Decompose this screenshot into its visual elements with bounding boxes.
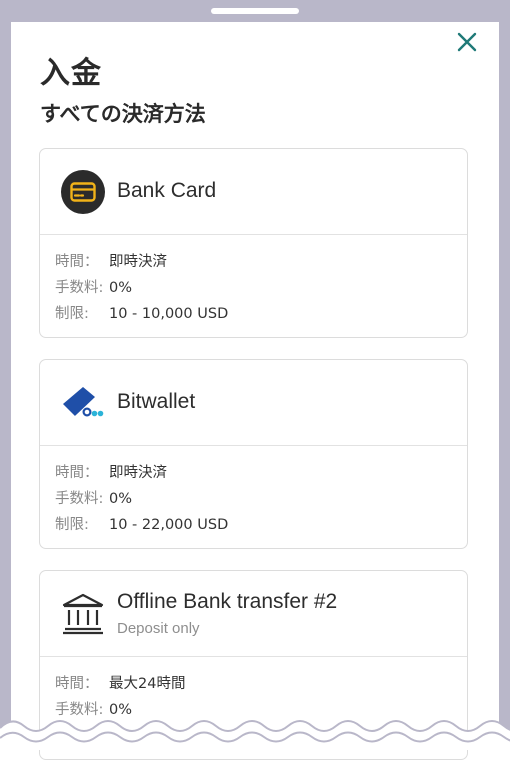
time-label: 時間： <box>55 254 99 270</box>
time-row: 時間： 最大24時間 <box>55 673 467 699</box>
close-button[interactable] <box>455 30 479 54</box>
page-title: 入金 <box>40 56 102 91</box>
limit-row: 制限: 10 - 10,000 USD <box>55 303 467 329</box>
bitwallet-logo <box>60 380 106 426</box>
method-name: Offline Bank transfer #2 <box>117 590 338 613</box>
limit-label: 制限: <box>55 517 89 533</box>
fee-row: 手数料: 0% <box>55 488 467 514</box>
time-label: 時間： <box>55 676 99 692</box>
fee-label: 手数料: <box>55 491 104 507</box>
time-row: 時間： 即時決済 <box>55 462 467 488</box>
fee-row: 手数料: 0% <box>55 277 467 303</box>
limit-value: 10 - 22,000 USD <box>109 517 229 533</box>
deposit-sheet: 入金 すべての決済方法 Bank Card 時間： 即時決済 手数料: 0% 制… <box>11 22 499 762</box>
card-header: Offline Bank transfer #2 Deposit only <box>40 571 467 657</box>
time-value: 即時決済 <box>109 465 167 481</box>
fee-value: 0% <box>109 491 133 507</box>
bank-card-icon <box>60 169 106 215</box>
payment-method-bitwallet[interactable]: Bitwallet 時間： 即時決済 手数料: 0% 制限: 10 - 22,000 … <box>39 359 468 549</box>
bank-building-icon <box>60 591 106 637</box>
fee-label: 手数料: <box>55 280 104 296</box>
torn-edge <box>0 720 510 750</box>
card-header: Bitwallet <box>40 360 467 446</box>
method-name: Bitwallet <box>117 390 196 413</box>
limit-label: 制限: <box>55 306 89 322</box>
fee-value: 0% <box>109 280 133 296</box>
time-label: 時間： <box>55 465 99 481</box>
payment-method-bank-card[interactable]: Bank Card 時間： 即時決済 手数料: 0% 制限: 10 - 10,000 … <box>39 148 468 338</box>
limit-value: 10 - 10,000 USD <box>109 306 229 322</box>
close-icon <box>457 32 477 52</box>
section-title: すべての決済方法 <box>40 102 206 126</box>
method-note: Deposit only <box>117 620 200 637</box>
sheet-drag-handle[interactable] <box>211 8 299 14</box>
limit-row: 制限: 10 - 22,000 USD <box>55 514 467 540</box>
card-header: Bank Card <box>40 149 467 235</box>
time-row: 時間： 即時決済 <box>55 251 467 277</box>
time-value: 即時決済 <box>109 254 167 270</box>
time-value: 最大24時間 <box>109 676 186 692</box>
method-name: Bank Card <box>117 179 217 202</box>
